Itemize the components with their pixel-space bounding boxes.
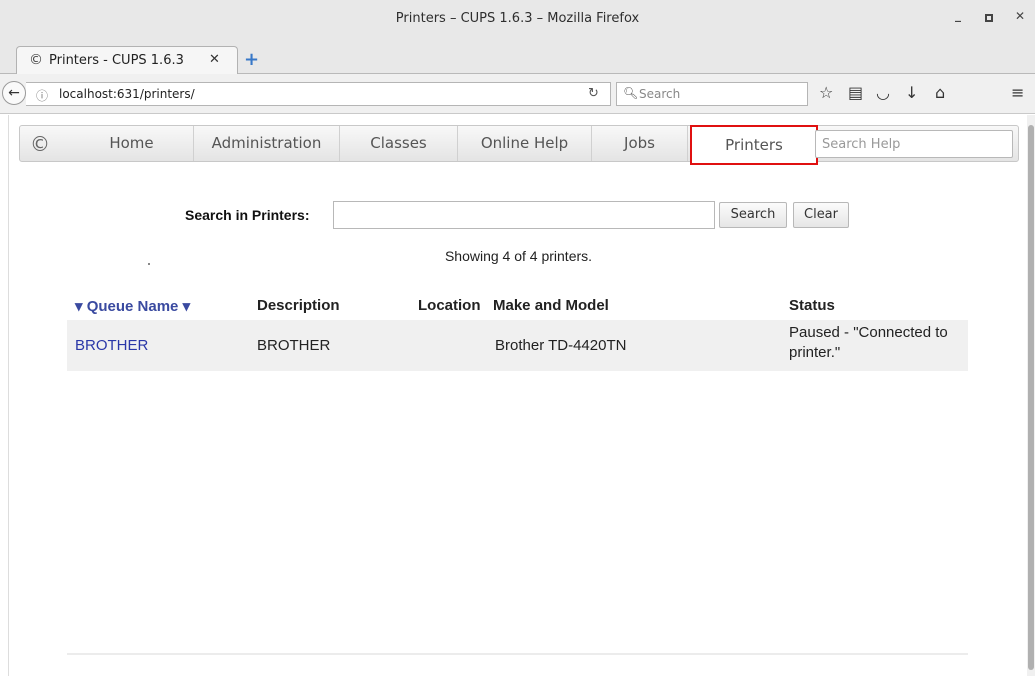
search-icon: 🔍︎ [623, 86, 639, 100]
tab-label: Printers - CUPS 1.6.3 [49, 53, 184, 68]
nav-home[interactable]: Home [70, 126, 194, 161]
cups-favicon-icon: © [29, 52, 43, 68]
pocket-icon[interactable]: ◡ [876, 83, 890, 102]
browser-tab[interactable]: © Printers - CUPS 1.6.3 ✕ [16, 46, 238, 74]
table-row: BROTHER BROTHER Brother TD-4420TN Paused… [67, 320, 968, 371]
browser-search-field[interactable]: 🔍︎ Search [616, 82, 808, 106]
maximize-icon[interactable] [985, 14, 993, 22]
column-header-queue-name[interactable]: ▾ Queue Name ▾ [75, 297, 190, 315]
browser-search-placeholder: Search [639, 87, 681, 101]
printer-status-line2: printer." [789, 344, 841, 361]
column-header-status: Status [789, 297, 835, 314]
column-header-location: Location [418, 297, 481, 314]
cups-logo-icon[interactable]: © [30, 132, 50, 156]
cups-navigation: © Home Administration Classes Online Hel… [19, 125, 1019, 165]
reload-icon[interactable]: ↻ [588, 86, 599, 101]
help-search-input[interactable]: Search Help [815, 130, 1013, 158]
column-header-description: Description [257, 297, 340, 314]
reading-list-icon[interactable]: ▤ [848, 83, 863, 102]
search-button[interactable]: Search [719, 202, 787, 228]
scrollbar-thumb[interactable] [1028, 125, 1034, 670]
bookmark-star-icon[interactable]: ☆ [819, 83, 833, 102]
nav-classes[interactable]: Classes [340, 126, 458, 161]
printer-status-line1: Paused - "Connected to [789, 324, 948, 341]
url-text[interactable]: localhost:631/printers/ [59, 87, 195, 101]
back-arrow-icon[interactable]: ← [2, 81, 26, 105]
close-tab-icon[interactable]: ✕ [209, 52, 220, 67]
navigation-bar: ← ⓘ localhost:631/printers/ ↻ 🔍︎ Search … [0, 74, 1035, 114]
decorative-dot [148, 263, 150, 265]
minimize-icon[interactable]: _ [955, 8, 961, 22]
window-title: Printers – CUPS 1.6.3 – Mozilla Firefox [395, 11, 640, 26]
nav-online-help[interactable]: Online Help [458, 126, 592, 161]
tab-strip: © Printers - CUPS 1.6.3 ✕ + [0, 38, 1035, 74]
url-bar[interactable]: ⓘ localhost:631/printers/ ↻ [26, 82, 611, 106]
printer-queue-link[interactable]: BROTHER [75, 337, 148, 354]
download-icon[interactable]: ↓ [905, 83, 918, 102]
nav-jobs[interactable]: Jobs [592, 126, 688, 161]
printer-description: BROTHER [257, 337, 331, 354]
menu-icon[interactable]: ≡ [1011, 83, 1024, 102]
search-printers-label: Search in Printers: [185, 207, 310, 223]
footer-divider [67, 653, 968, 655]
vertical-scrollbar[interactable] [1027, 115, 1035, 676]
close-window-icon[interactable]: ✕ [1015, 9, 1025, 23]
window-titlebar: Printers – CUPS 1.6.3 – Mozilla Firefox … [0, 0, 1035, 38]
printer-count-summary: Showing 4 of 4 printers. [444, 248, 593, 264]
home-icon[interactable]: ⌂ [935, 83, 945, 102]
info-icon[interactable]: ⓘ [36, 87, 48, 104]
clear-button[interactable]: Clear [793, 202, 849, 228]
new-tab-icon[interactable]: + [244, 49, 259, 70]
search-printers-input[interactable] [333, 201, 715, 229]
nav-printers[interactable]: Printers [690, 125, 818, 165]
nav-administration[interactable]: Administration [194, 126, 340, 161]
page-content: © Home Administration Classes Online Hel… [8, 115, 1027, 676]
printer-make-model: Brother TD-4420TN [495, 337, 627, 354]
help-search-placeholder: Search Help [822, 137, 901, 152]
column-header-make-model: Make and Model [493, 297, 609, 314]
